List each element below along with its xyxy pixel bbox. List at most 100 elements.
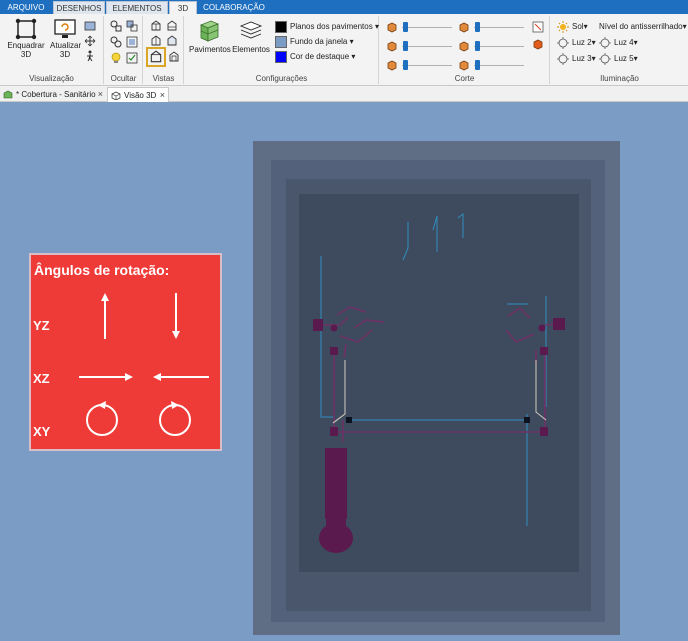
cut-z-slider-track[interactable] [402,65,452,66]
destaque-color-swatch[interactable] [275,51,287,63]
iluminacao-group-label: Iluminação [600,74,639,83]
view-top-icon[interactable] [150,20,162,32]
cut-x2-slider-track[interactable] [474,27,524,28]
doctab-visao-label: Visão 3D [124,91,157,100]
close-icon[interactable]: × [98,87,103,102]
hide-selection-icon[interactable] [110,36,122,48]
sol-label: Sol [572,22,584,31]
cut-box-y-icon[interactable] [386,40,398,52]
luz-4-dropdown[interactable]: Luz 4▾ [614,38,638,47]
walk-icon[interactable] [84,50,96,62]
camera-view-icon[interactable] [84,20,96,32]
tab-desenhos[interactable]: DESENHOS [53,1,105,14]
arrow-right-icon[interactable] [79,373,133,381]
view-front-icon[interactable] [166,20,178,32]
fundo-da-janela-dropdown[interactable]: Fundo da janela ▾ [290,37,354,46]
rotate-clockwise-icon[interactable] [86,401,118,436]
enquadrar-label: Enquadrar 3D [7,41,45,59]
3d-viewport[interactable]: Ângulos de rotação: YZ XZ XY [0,102,688,641]
planos-dos-pavimentos-dropdown[interactable]: Planos dos pavimentos ▾ [290,22,379,31]
doctab-visao-3d[interactable]: Visão 3D × [107,87,169,102]
fundo-color-swatch[interactable] [275,36,287,48]
group-corte: Corte [380,16,550,84]
arrow-down-icon[interactable] [172,293,180,339]
cut-box-y2-icon[interactable] [458,40,470,52]
tab-arquivo[interactable]: ARQUIVO [0,1,52,14]
light-5-icon[interactable] [599,53,611,65]
group-configuracoes: Pavimentos Elementos Planos dos paviment… [185,16,379,84]
arrow-left-icon[interactable] [153,373,209,381]
cut-box-x-icon[interactable] [386,21,398,33]
ribbon-tab-bar: ARQUIVO DESENHOS ELEMENTOS 3D COLABORAÇÃ… [0,0,688,14]
antisserrilhado-dropdown[interactable]: Nível do antisserrilhado▾ [599,22,687,31]
group-vistas: Vistas [144,16,184,84]
cut-y2-slider-thumb[interactable] [475,41,480,51]
plan-document-icon [3,90,13,99]
light-bulb-icon[interactable] [110,52,122,64]
selected-view-highlight[interactable] [146,47,166,67]
rotate-counterclockwise-icon[interactable] [159,401,191,436]
cut-x-slider-thumb[interactable] [403,22,408,32]
luz-3-dropdown[interactable]: Luz 3▾ [572,54,596,63]
group-visualizacao: Enquadrar 3D Atualizar 3D Visualização [0,16,104,84]
light-4-icon[interactable] [599,37,611,49]
cut-z2-slider-track[interactable] [474,65,524,66]
frame-icon [15,18,37,40]
cut-reset-icon[interactable] [532,21,544,33]
group-iluminacao: Sol▾ Luz 2▾ Luz 3▾ Nível do antisserrilh… [551,16,688,84]
atualizar-3d-button[interactable]: Atualizar 3D [50,18,81,59]
luz-5-dropdown[interactable]: Luz 5▾ [614,54,638,63]
building-icon [199,20,220,42]
hide-layer-icon[interactable] [126,20,138,32]
cut-z-slider-thumb[interactable] [403,60,408,70]
luz-4-label: Luz 4 [614,38,634,47]
corte-group-label: Corte [454,74,475,83]
view-perspective-icon [150,50,162,63]
hide-element-icon[interactable] [110,20,122,32]
antisserrilhado-label: Nível do antisserrilhado [599,22,683,31]
ocultar-group-label: Ocultar [110,74,137,83]
tab-colaboracao[interactable]: COLABORAÇÃO [200,1,268,14]
light-2-icon[interactable] [557,37,569,49]
luz-2-dropdown[interactable]: Luz 2▾ [572,38,596,47]
ribbon: Enquadrar 3D Atualizar 3D Visualização O… [0,14,688,86]
cut-y2-slider-track[interactable] [474,46,524,47]
tab-3d[interactable]: 3D [169,1,197,14]
arrow-up-icon[interactable] [101,293,109,339]
sol-dropdown[interactable]: Sol▾ [572,22,588,31]
isolate-icon[interactable] [126,36,138,48]
doctab-cobertura-sanitario[interactable]: * Cobertura - Sanitário × [0,87,106,102]
cut-box-z-icon[interactable] [386,59,398,71]
configuracoes-group-label: Configurações [255,74,308,83]
planos-color-swatch[interactable] [275,21,287,33]
close-icon[interactable]: × [160,88,165,103]
tab-elementos[interactable]: ELEMENTOS [106,1,168,14]
light-3-icon[interactable] [557,53,569,65]
pavimentos-button[interactable]: Pavimentos [189,18,231,54]
show-all-icon[interactable] [126,52,138,64]
view-side-icon[interactable] [150,35,162,47]
cut-box-x2-icon[interactable] [458,21,470,33]
luz-5-label: Luz 5 [614,54,634,63]
cut-x-slider-track[interactable] [402,27,452,28]
planos-label: Planos dos pavimentos [290,22,373,31]
elementos-button[interactable]: Elementos [231,18,271,54]
enquadrar-3d-button[interactable]: Enquadrar 3D [4,18,48,59]
luz-2-label: Luz 2 [572,38,592,47]
destaque-label: Cor de destaque [290,52,350,61]
cut-toggle-icon[interactable] [532,38,544,50]
sun-icon[interactable] [557,21,569,33]
doctab-cobertura-label: * Cobertura - Sanitário [16,90,96,99]
visualizacao-group-label: Visualização [29,74,74,83]
cor-de-destaque-dropdown[interactable]: Cor de destaque ▾ [290,52,355,61]
document-tab-bar: * Cobertura - Sanitário × Visão 3D × [0,86,688,102]
cut-y-slider-track[interactable] [402,46,452,47]
layers-icon [239,21,263,39]
cut-y-slider-thumb[interactable] [403,41,408,51]
move-icon[interactable] [84,35,96,47]
cut-box-z2-icon[interactable] [458,59,470,71]
cut-z2-slider-thumb[interactable] [475,60,480,70]
view-iso-icon[interactable] [166,35,178,47]
view-back-icon[interactable] [168,51,180,63]
cut-x2-slider-thumb[interactable] [475,22,480,32]
